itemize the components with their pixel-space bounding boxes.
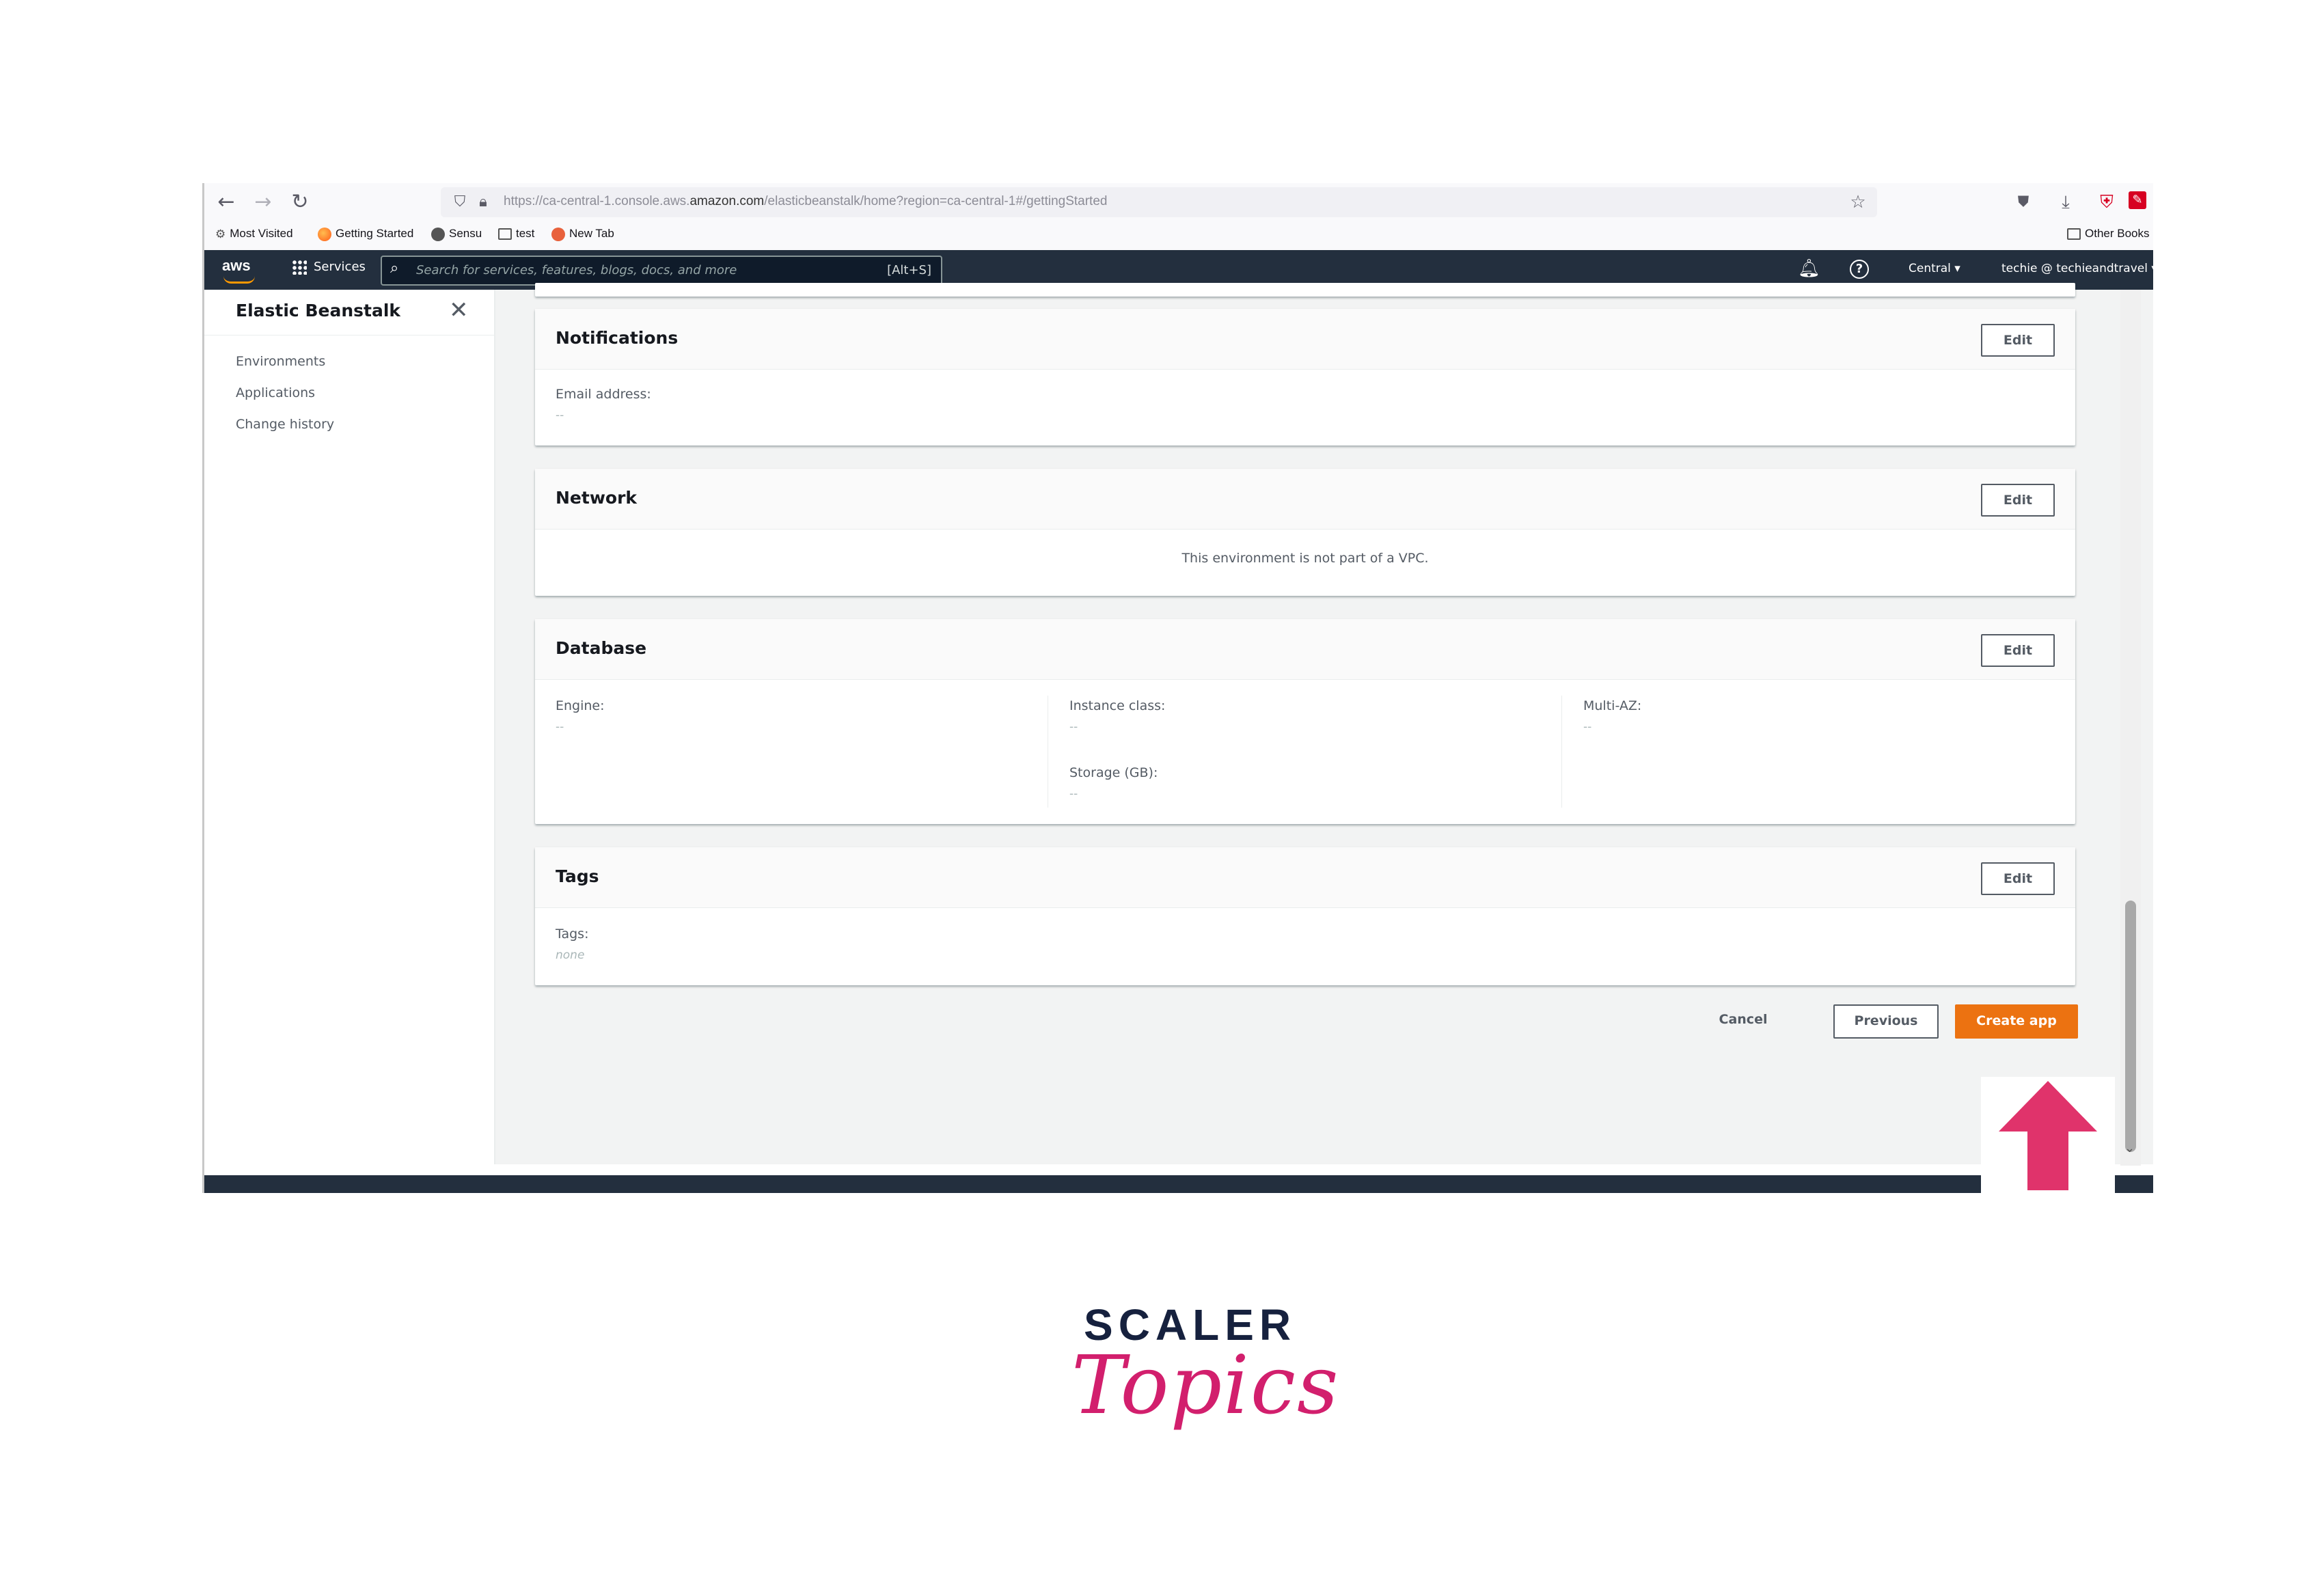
lock-icon[interactable]: 🔒︎: [471, 190, 495, 215]
grid-icon: [292, 260, 307, 275]
tags-title: Tags: [556, 866, 599, 886]
instance-class-value: --: [1069, 720, 1078, 734]
bookmarks-bar: ⚙ Most Visited Getting Started Sensu test…: [204, 221, 2153, 251]
scroll-down-icon[interactable]: ⌄: [2124, 1141, 2135, 1155]
tags-value: none: [556, 948, 585, 962]
help-icon[interactable]: ?: [1850, 260, 1869, 279]
database-header: Database Edit: [535, 619, 2075, 680]
aws-logo-smile: [223, 276, 255, 284]
sidebar-title: Elastic Beanstalk: [236, 301, 401, 320]
folder-icon: [498, 228, 512, 241]
notifications-edit-button[interactable]: Edit: [1981, 324, 2055, 357]
url-bar[interactable]: ⛉ 🔒︎ https://ca-central-1.console.aws.am…: [441, 187, 1877, 217]
bookmark-star-icon[interactable]: ☆: [1846, 190, 1870, 215]
firefox-icon: [318, 227, 331, 241]
reload-icon[interactable]: ↻: [286, 189, 314, 216]
screenshot-frame: ← → ↻ ⛉ 🔒︎ https://ca-central-1.console.…: [202, 183, 2153, 1193]
tags-header: Tags Edit: [535, 847, 2075, 908]
email-value: --: [556, 409, 564, 422]
bookmark-most-visited[interactable]: ⚙ Most Visited: [215, 227, 293, 241]
instance-class-label: Instance class:: [1069, 698, 1166, 713]
search-input[interactable]: ⌕ Search for services, features, blogs, …: [381, 256, 942, 286]
bell-icon[interactable]: 🔔︎: [1798, 258, 1820, 279]
aws-logo[interactable]: aws: [222, 257, 251, 275]
url-text: https://ca-central-1.console.aws.amazon.…: [504, 194, 1108, 208]
up-arrow-icon: [1999, 1081, 2097, 1190]
sidebar: Elastic Beanstalk ✕ Environments Applica…: [204, 290, 495, 1164]
notifications-title: Notifications: [556, 328, 679, 348]
services-menu[interactable]: Services: [292, 260, 366, 275]
forward-icon[interactable]: →: [249, 189, 277, 216]
bookmark-test[interactable]: test: [498, 227, 534, 241]
bookmark-other[interactable]: Other Books: [2067, 227, 2150, 241]
create-app-button[interactable]: Create app: [1955, 1004, 2078, 1039]
topics-logo-text: Topics: [1071, 1338, 1340, 1432]
console-footer: [204, 1175, 2153, 1193]
multi-az-value: --: [1583, 720, 1592, 734]
tags-label: Tags:: [556, 927, 589, 942]
bookmark-sensu[interactable]: Sensu: [431, 227, 482, 241]
column-divider: [1561, 696, 1562, 808]
storage-value: --: [1069, 787, 1078, 801]
network-card: Network Edit This environment is not par…: [535, 469, 2075, 596]
cancel-button[interactable]: Cancel: [1710, 1004, 1776, 1036]
pocket-icon[interactable]: ⛊: [2011, 190, 2036, 215]
bookmark-new-tab[interactable]: New Tab: [551, 227, 614, 241]
scrollbar-thumb[interactable]: [2125, 901, 2136, 1152]
sidebar-item-change-history[interactable]: Change history: [236, 417, 334, 432]
multi-az-label: Multi-AZ:: [1583, 698, 1642, 713]
network-message: This environment is not part of a VPC.: [1181, 551, 1429, 566]
close-icon[interactable]: ✕: [449, 297, 469, 324]
previous-button[interactable]: Previous: [1833, 1004, 1939, 1039]
engine-value: --: [556, 720, 564, 734]
page-scrollbar[interactable]: ⌄: [2120, 290, 2141, 1166]
main-content: Notifications Edit Email address: -- Net…: [495, 283, 2153, 1164]
browser-toolbar: ← → ↻ ⛉ 🔒︎ https://ca-central-1.console.…: [204, 183, 2153, 221]
bookmark-getting-started[interactable]: Getting Started: [318, 227, 413, 241]
database-edit-button[interactable]: Edit: [1981, 634, 2055, 667]
storage-label: Storage (GB):: [1069, 765, 1158, 780]
network-header: Network Edit: [535, 469, 2075, 530]
previous-section-card: [535, 283, 2075, 297]
email-label: Email address:: [556, 387, 651, 402]
sensu-icon: [431, 227, 445, 241]
sidebar-item-environments[interactable]: Environments: [236, 354, 325, 369]
search-placeholder: Search for services, features, blogs, do…: [416, 263, 737, 277]
shield-icon[interactable]: ⛉: [448, 190, 472, 215]
notifications-card: Notifications Edit Email address: --: [535, 309, 2075, 445]
notifications-header: Notifications Edit: [535, 309, 2075, 370]
back-icon[interactable]: ←: [213, 189, 240, 216]
arrow-callout: [1981, 1077, 2115, 1193]
account-menu[interactable]: techie @ techieandtravel ▾: [2001, 262, 2153, 275]
tags-card: Tags Edit Tags: none: [535, 847, 2075, 985]
region-selector[interactable]: Central ▾: [1909, 262, 1960, 275]
database-title: Database: [556, 638, 647, 658]
tags-edit-button[interactable]: Edit: [1981, 862, 2055, 895]
search-icon: ⌕: [390, 260, 399, 277]
sidebar-item-applications[interactable]: Applications: [236, 385, 315, 400]
network-edit-button[interactable]: Edit: [1981, 484, 2055, 517]
folder-icon: [2067, 228, 2081, 241]
engine-label: Engine:: [556, 698, 605, 713]
download-icon[interactable]: ⤓: [2053, 190, 2078, 215]
extension-shield-icon[interactable]: ⛨: [2094, 190, 2119, 215]
new-tab-icon: [551, 227, 565, 241]
gear-icon: ⚙: [215, 227, 226, 241]
network-title: Network: [556, 488, 638, 508]
extension-icon[interactable]: ✎: [2129, 191, 2146, 209]
database-card: Database Edit Engine: -- Instance class:…: [535, 619, 2075, 824]
search-shortcut: [Alt+S]: [887, 263, 931, 277]
